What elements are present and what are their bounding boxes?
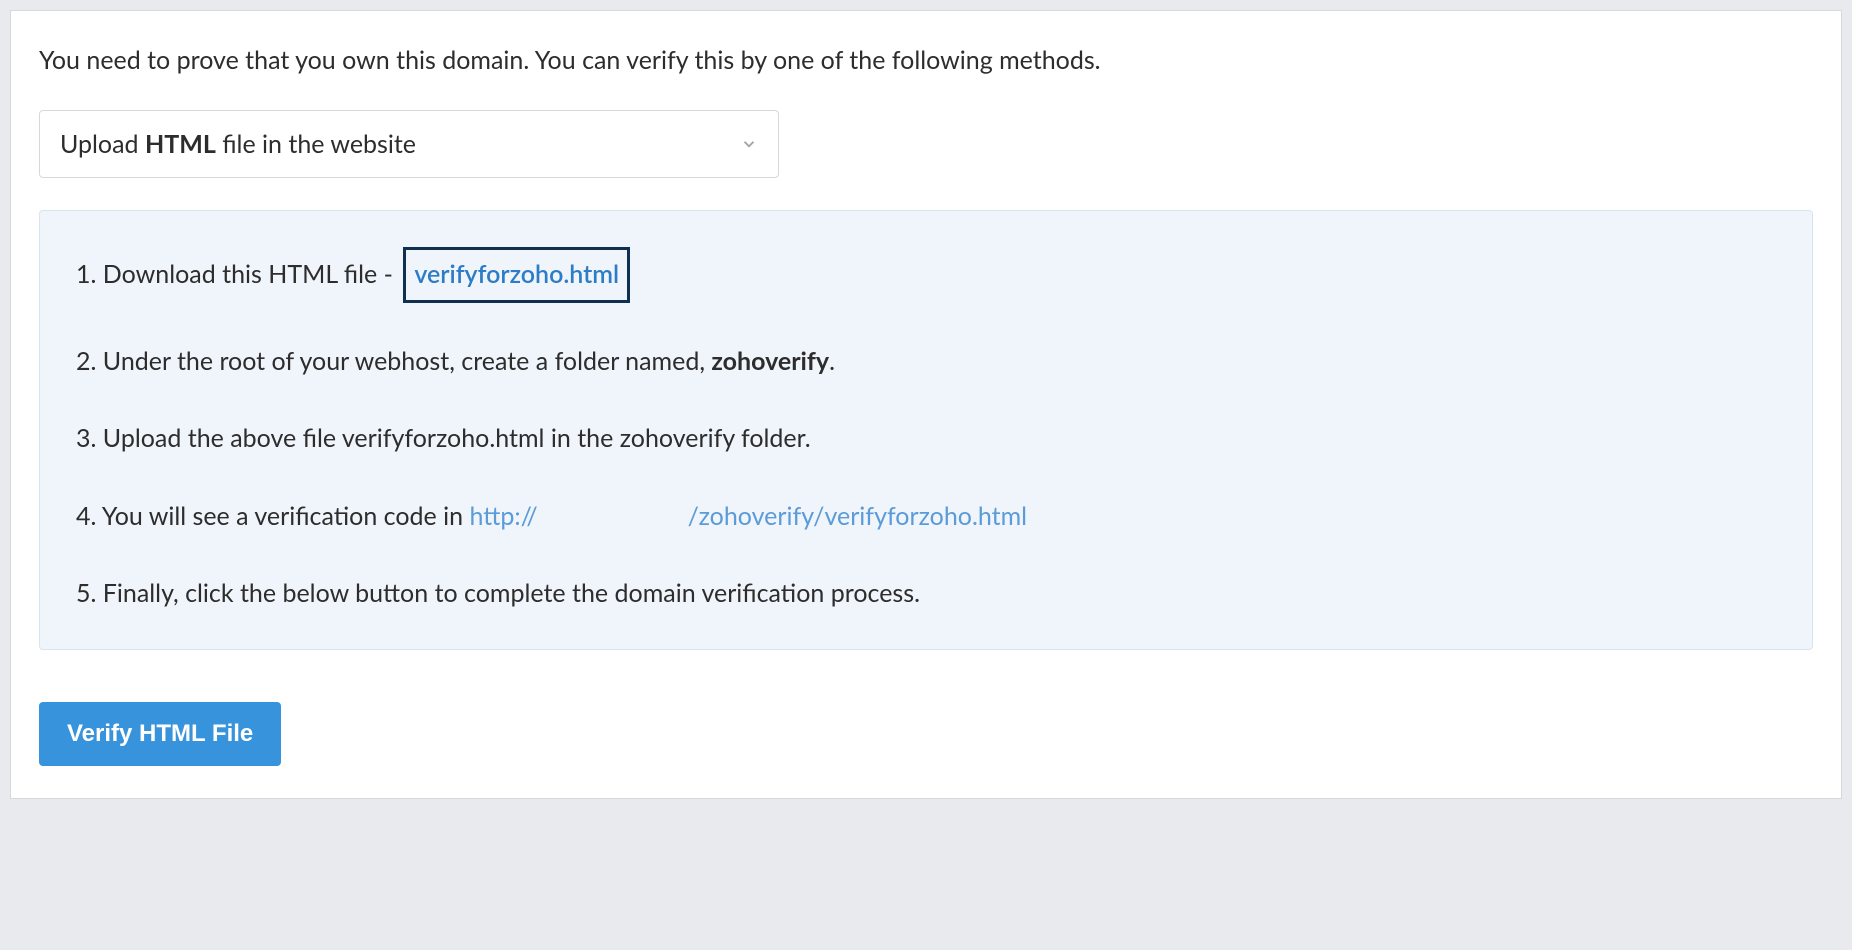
verify-button[interactable]: Verify HTML File (39, 702, 281, 766)
download-file-link[interactable]: verifyforzoho.html (403, 247, 630, 303)
step-4: 4. You will see a verification code in h… (76, 498, 1776, 536)
step-2: 2. Under the root of your webhost, creat… (76, 343, 1776, 381)
chevron-down-icon (740, 135, 758, 153)
step-3: 3. Upload the above file verifyforzoho.h… (76, 420, 1776, 458)
verification-method-dropdown[interactable]: Upload HTML file in the website (39, 110, 779, 178)
instructions-box: 1. Download this HTML file - verifyforzo… (39, 210, 1813, 650)
step-5: 5. Finally, click the below button to co… (76, 575, 1776, 613)
dropdown-label: Upload HTML file in the website (60, 129, 416, 159)
step-1: 1. Download this HTML file - verifyforzo… (76, 247, 1776, 303)
verification-panel: You need to prove that you own this doma… (10, 10, 1842, 799)
verification-url-link[interactable]: http:///zohoverify/verifyforzoho.html (470, 501, 1028, 531)
intro-text: You need to prove that you own this doma… (39, 43, 1813, 78)
